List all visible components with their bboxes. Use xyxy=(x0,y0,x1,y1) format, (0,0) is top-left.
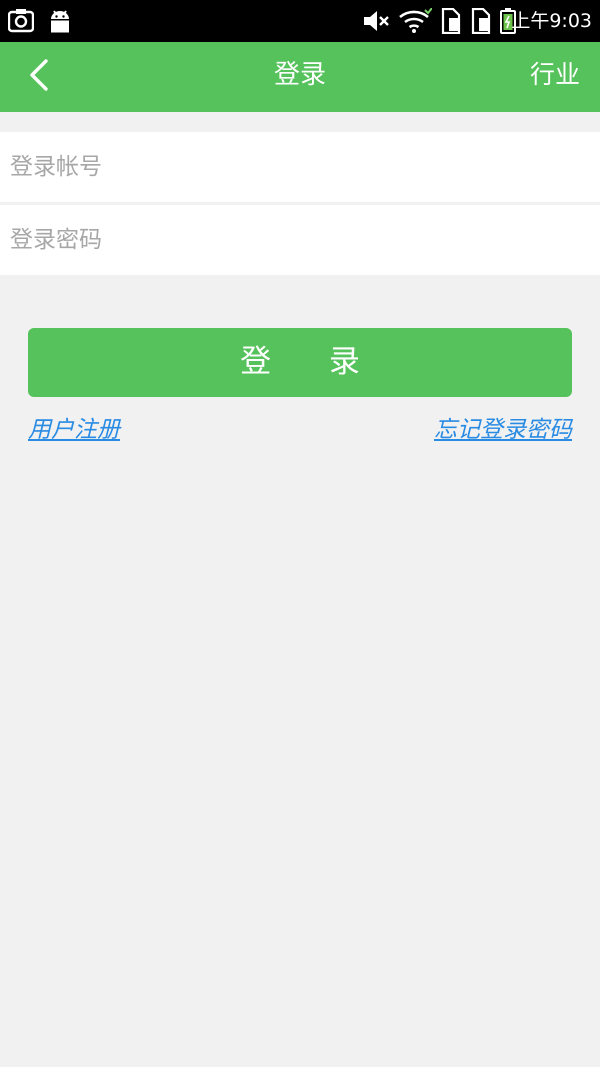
app-bar: 登录 行业 xyxy=(0,42,600,112)
back-button[interactable] xyxy=(14,52,64,102)
password-field-row xyxy=(0,205,600,275)
page-title: 登录 xyxy=(273,60,326,90)
status-bar: 上午9:03 xyxy=(0,0,600,42)
password-input[interactable] xyxy=(0,205,600,275)
forgot-password-link[interactable]: 忘记登录密码 xyxy=(434,410,572,444)
industry-button[interactable]: 行业 xyxy=(530,42,580,112)
status-time: 上午9:03 xyxy=(511,10,592,32)
chevron-left-icon xyxy=(28,58,50,96)
screenshot-icon xyxy=(8,8,34,34)
login-button[interactable]: 登 录 xyxy=(28,328,572,397)
sim1-icon xyxy=(440,8,462,34)
account-input[interactable] xyxy=(0,132,600,202)
android-icon xyxy=(48,8,72,34)
register-link[interactable]: 用户注册 xyxy=(28,410,120,444)
sim2-icon xyxy=(470,8,492,34)
account-field-row xyxy=(0,132,600,202)
mute-icon xyxy=(362,8,390,34)
wifi-icon xyxy=(398,8,432,34)
